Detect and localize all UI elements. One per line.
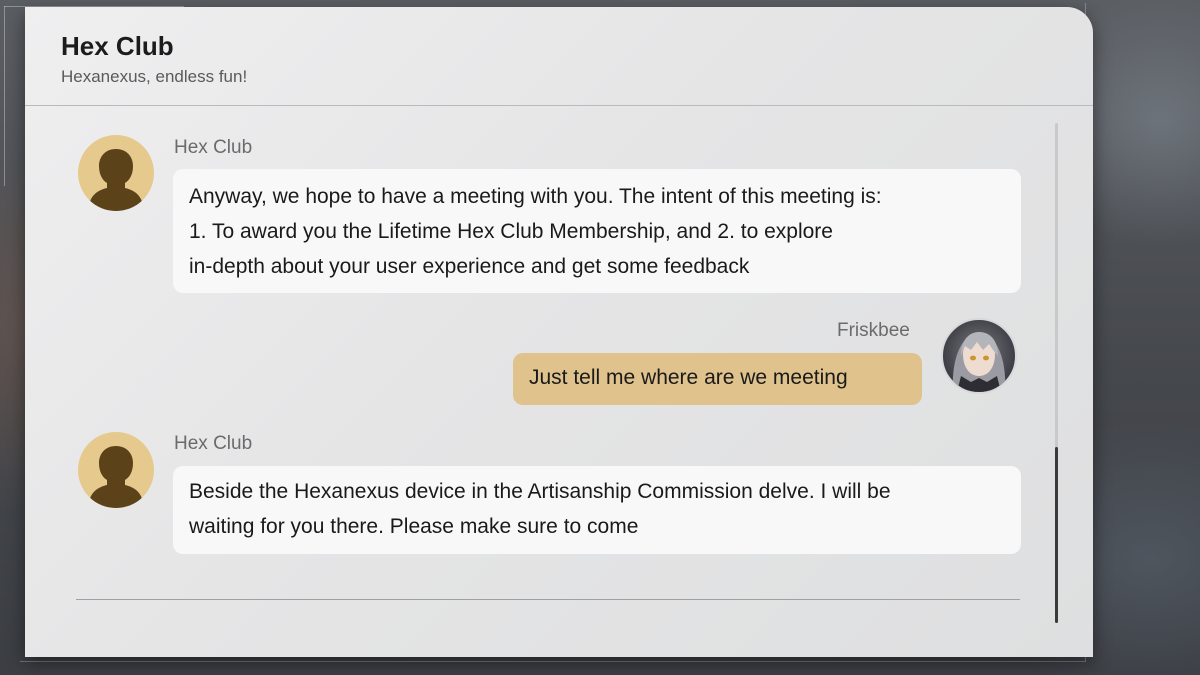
message-text-line: 1. To award you the Lifetime Hex Club Me… xyxy=(189,220,833,243)
chat-header: Hex Club Hexanexus, endless fun! xyxy=(25,7,1093,106)
message-sender: Hex Club xyxy=(174,137,253,158)
chat-panel: Hex Club Hexanexus, endless fun! Hex Clu… xyxy=(25,7,1093,657)
chat-subtitle: Hexanexus, endless fun! xyxy=(61,67,248,86)
scrollbar-thumb[interactable] xyxy=(1055,447,1058,623)
message-text-line: Just tell me where are we meeting xyxy=(529,366,848,389)
silhouette-avatar-icon xyxy=(78,135,154,211)
message-text-line: Anyway, we hope to have a meeting with y… xyxy=(189,185,882,208)
bottom-divider xyxy=(76,599,1020,600)
silhouette-avatar-icon xyxy=(78,432,154,508)
outgoing-message-bubble[interactable]: Just tell me where are we meeting xyxy=(513,353,922,405)
message-text-line: waiting for you there. Please make sure … xyxy=(189,515,639,538)
decorative-frame-line xyxy=(4,6,5,186)
incoming-message-bubble[interactable]: Beside the Hexanexus device in the Artis… xyxy=(173,466,1021,554)
message-text-line: in-depth about your user experience and … xyxy=(189,255,750,278)
message-text-line: Beside the Hexanexus device in the Artis… xyxy=(189,480,891,503)
message-sender: Hex Club xyxy=(174,433,253,454)
character-portrait-avatar-icon xyxy=(941,318,1017,394)
incoming-message-bubble[interactable]: Anyway, we hope to have a meeting with y… xyxy=(173,169,1021,293)
chat-title: Hex Club xyxy=(61,31,174,61)
message-sender: Friskbee xyxy=(837,320,910,341)
